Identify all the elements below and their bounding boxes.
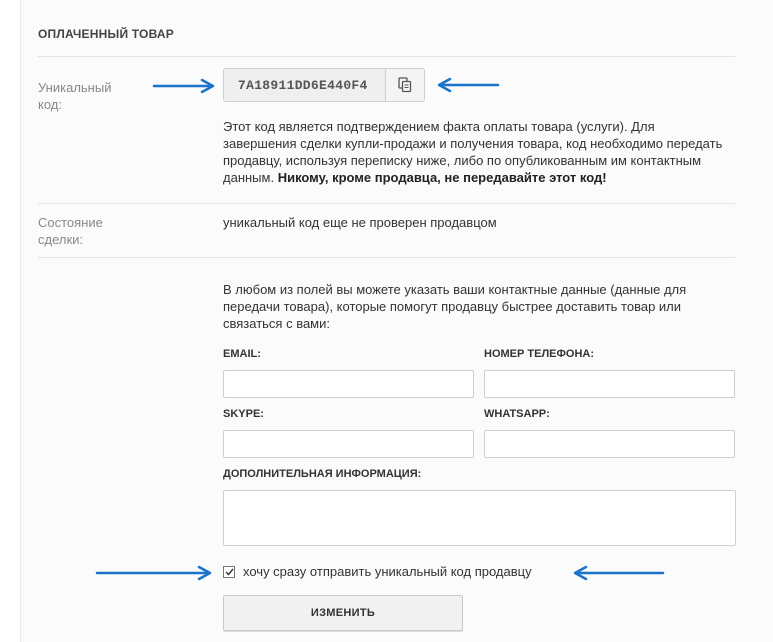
divider <box>38 203 735 204</box>
submit-button[interactable]: ИЗМЕНИТЬ <box>223 595 463 631</box>
unique-code-label-line2: код: <box>38 97 62 112</box>
unique-code-label: Уникальный код: <box>38 79 148 113</box>
checkmark-icon <box>225 568 234 576</box>
extra-info-field[interactable] <box>223 490 736 546</box>
phone-field[interactable] <box>484 370 735 398</box>
deal-status-label-line1: Состояние <box>38 215 103 230</box>
divider <box>38 56 735 57</box>
whatsapp-label: WHATSAPP: <box>484 408 550 420</box>
unique-code-value[interactable]: 7A18911DD6E440F4 <box>238 78 368 93</box>
arrow-left-icon <box>437 77 500 93</box>
skype-field[interactable] <box>223 430 474 458</box>
phone-label: НОМЕР ТЕЛЕФОНА: <box>484 348 594 360</box>
copy-code-button[interactable] <box>385 69 424 101</box>
whatsapp-field[interactable] <box>484 430 735 458</box>
contacts-intro: В любом из полей вы можете указать ваши … <box>223 282 687 331</box>
skype-label: SKYPE: <box>223 408 264 420</box>
send-code-checkbox[interactable] <box>223 566 235 578</box>
divider <box>38 257 735 258</box>
unique-code-label-line1: Уникальный <box>38 80 112 95</box>
arrow-right-icon <box>152 78 215 94</box>
extra-info-label: ДОПОЛНИТЕЛЬНАЯ ИНФОРМАЦИЯ: <box>223 468 422 480</box>
unique-code-description: Этот код является подтверждением факта о… <box>223 118 723 186</box>
deal-status-value: уникальный код еще не проверен продавцом <box>223 215 497 230</box>
section-title: ОПЛАЧЕННЫЙ ТОВАР <box>38 27 174 41</box>
email-field[interactable] <box>223 370 474 398</box>
deal-status-label-line2: сделки: <box>38 232 84 247</box>
copy-icon <box>398 77 412 93</box>
unique-code-field[interactable]: 7A18911DD6E440F4 <box>223 68 425 102</box>
deal-status-label: Состояние сделки: <box>38 214 148 248</box>
warning-text: Никому, кроме продавца, не передавайте э… <box>277 170 607 185</box>
arrow-left-icon <box>573 565 665 581</box>
send-code-label[interactable]: хочу сразу отправить уникальный код прод… <box>243 564 532 579</box>
arrow-right-icon <box>95 565 212 581</box>
email-label: EMAIL: <box>223 348 261 360</box>
